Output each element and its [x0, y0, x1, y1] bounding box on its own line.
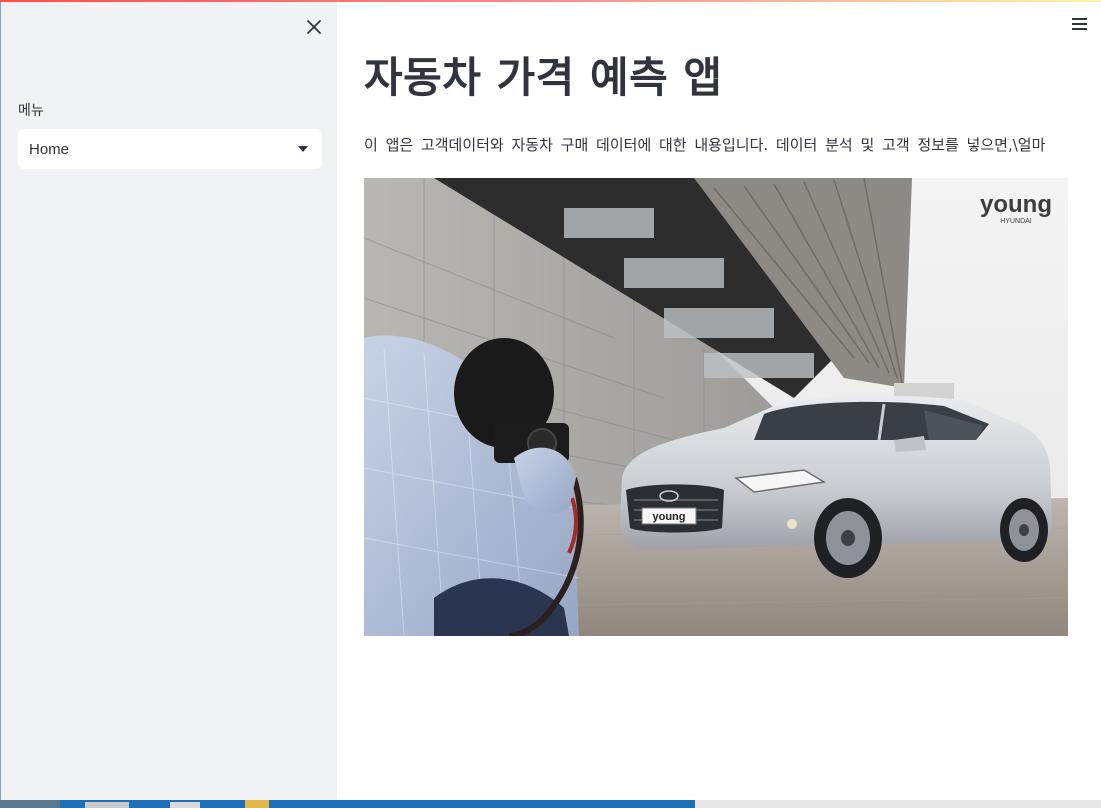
taskbar-strip [0, 800, 1101, 808]
photographer [364, 335, 584, 636]
close-sidebar-button[interactable] [302, 15, 326, 39]
main-content: 자동차 가격 예측 앱 이 앱은 고객데이터와 자동차 구매 데이터에 대한 내… [337, 2, 1101, 800]
menu-label: 메뉴 [18, 103, 44, 119]
menu-select[interactable]: Home [18, 129, 322, 169]
menu-select-value: Home [29, 140, 70, 158]
logo-text: young [980, 191, 1052, 218]
taskbar-area [695, 800, 1101, 808]
app-description: 이 앱은 고객데이터와 자동차 구매 데이터에 대한 내용입니다. 데이터 분석… [364, 136, 1046, 154]
taskbar-item[interactable] [85, 802, 129, 808]
taskbar-item[interactable] [170, 802, 200, 808]
sidebar: 메뉴 Home [0, 2, 337, 800]
taskbar-item[interactable] [0, 800, 60, 808]
app-window: 메뉴 Home 자동차 가격 예측 앱 이 앱은 고객데이터와 자동차 구매 데… [0, 0, 1101, 808]
page-title: 자동차 가격 예측 앱 [364, 53, 723, 102]
plate-text: young [653, 511, 686, 523]
close-icon [307, 20, 321, 34]
hero-car-photo: young young HYUNDAI [364, 178, 1068, 636]
hamburger-line [1072, 28, 1087, 30]
caret-down-icon [298, 146, 308, 152]
logo-subtext: HYUNDAI [1000, 218, 1032, 225]
hero-image: young young HYUNDAI [364, 178, 1068, 636]
taskbar-item[interactable] [245, 800, 269, 808]
hamburger-menu-button[interactable] [1069, 14, 1091, 34]
hamburger-line [1072, 23, 1087, 25]
hamburger-menu-icon [1072, 18, 1087, 20]
